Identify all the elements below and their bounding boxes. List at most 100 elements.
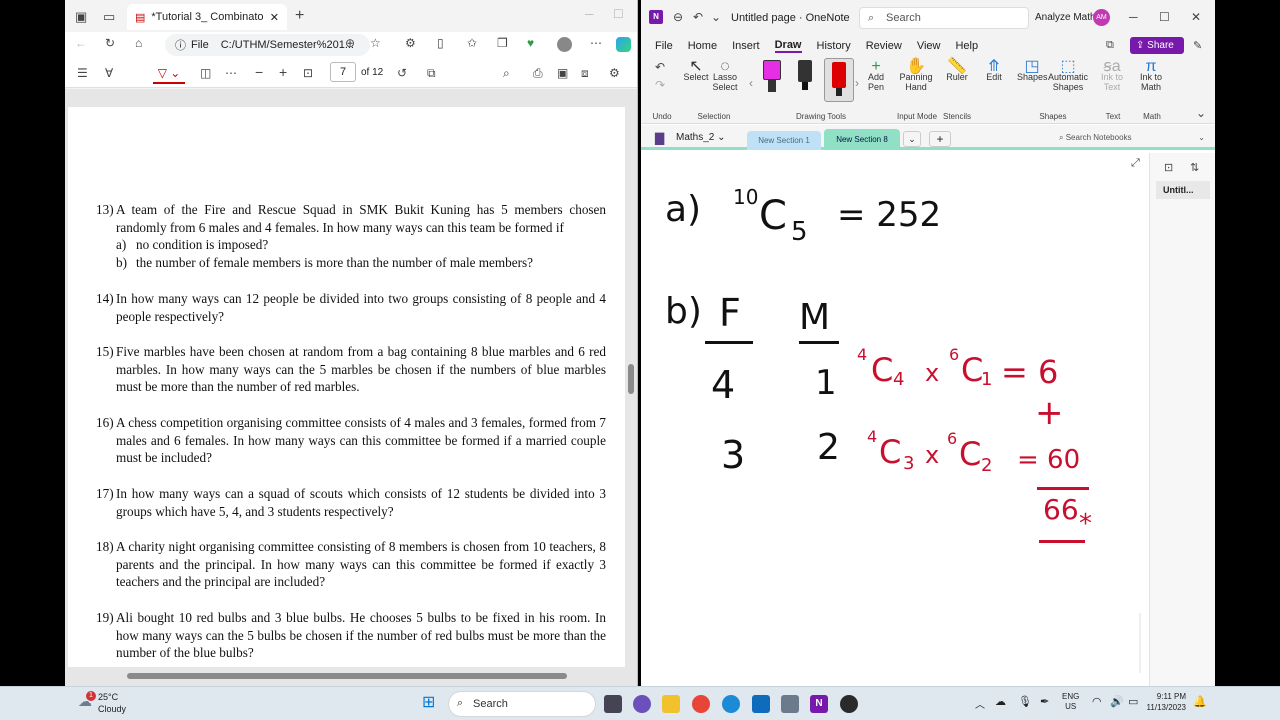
note-canvas[interactable]: a) 10 C 5 = 252 b) F M 4 1 3 2 4 C 4 x 6…	[641, 153, 1149, 686]
horizontal-scrollbar[interactable]	[127, 673, 567, 679]
collections-icon[interactable]: ❐	[497, 36, 508, 50]
volume-icon[interactable]: 🔊	[1110, 695, 1124, 708]
extensions-icon[interactable]: ⚙	[405, 36, 416, 50]
onedrive-icon[interactable]: ☁	[995, 695, 1006, 708]
chrome-icon[interactable]	[692, 695, 710, 713]
zoom-icon[interactable]: ⊕	[345, 36, 355, 50]
tab-actions-icon[interactable]: ▭	[103, 9, 115, 25]
mail-icon[interactable]	[752, 695, 770, 713]
close-tab-icon[interactable]: ✕	[270, 11, 279, 24]
redo-icon[interactable]: ↷	[655, 78, 665, 92]
scroll-left-icon[interactable]: ‹	[749, 76, 753, 90]
rotate-icon[interactable]: ↺	[397, 66, 407, 80]
language-indicator[interactable]: ENG US	[1062, 692, 1079, 712]
back-icon[interactable]: ⊖	[673, 10, 683, 24]
section-list-icon[interactable]: ⌄	[903, 131, 921, 147]
new-tab-icon[interactable]: +	[295, 7, 304, 25]
tab-pdf[interactable]: ▤ *Tutorial 3_ Combinatorics.pdf ✕	[127, 4, 287, 30]
undo-icon[interactable]: ↶	[655, 60, 665, 74]
menu-view[interactable]: View	[917, 40, 941, 52]
edge-icon[interactable]	[722, 695, 740, 713]
show-hidden-icons[interactable]: ︿	[975, 696, 985, 711]
ink-to-math-button[interactable]: π Ink to Math	[1135, 59, 1167, 93]
draw-tool-icon[interactable]: ▽ ⌄	[153, 64, 185, 84]
menu-help[interactable]: Help	[955, 40, 978, 52]
zoom-out-icon[interactable]: −	[255, 64, 263, 80]
workspaces-icon[interactable]: ▣	[75, 9, 87, 25]
page-item[interactable]: Untitl...	[1156, 181, 1210, 199]
maximize-icon[interactable]: ☐	[613, 7, 624, 21]
more-tools-icon[interactable]: ⋯	[225, 66, 237, 80]
section-tab-1[interactable]: New Section 1	[747, 131, 821, 150]
menu-file[interactable]: File	[655, 40, 673, 52]
pdf-settings-icon[interactable]: ⚙	[609, 66, 620, 80]
dropdown-icon[interactable]: ⌄	[711, 10, 721, 24]
chat-icon[interactable]	[633, 695, 651, 713]
refresh-icon[interactable]: ↻	[105, 36, 115, 50]
pen-red[interactable]	[824, 58, 854, 102]
section-tab-8[interactable]: New Section 8	[824, 129, 900, 150]
weather-widget[interactable]: ☁ 1	[78, 691, 96, 709]
ruler-button[interactable]: 📏 Ruler	[943, 59, 971, 83]
collapse-ribbon-icon[interactable]: ⌄	[1196, 106, 1206, 120]
back-icon[interactable]: ←	[75, 36, 87, 50]
minimize-icon[interactable]: ─	[585, 7, 594, 21]
pen-magenta[interactable]	[763, 60, 783, 96]
task-view-icon[interactable]	[604, 695, 622, 713]
page-number-input[interactable]: 7	[330, 62, 356, 82]
onenote-taskbar-icon[interactable]: N	[810, 695, 828, 713]
address-field[interactable]: ⓘ File C:/UTHM/Semester%201...	[165, 34, 370, 56]
favorite-icon[interactable]: ☆	[370, 36, 381, 50]
battery-icon[interactable]: ▭	[1128, 695, 1138, 708]
menu-review[interactable]: Review	[866, 40, 902, 52]
split-screen-icon[interactable]: ▯	[437, 36, 444, 50]
edit-button[interactable]: ⤊ Edit	[981, 59, 1007, 83]
taskbar-search[interactable]: ⌕ Search	[448, 691, 596, 717]
page-view-icon[interactable]: ◫	[200, 66, 211, 80]
immersive-icon[interactable]: ⧉	[1106, 39, 1114, 52]
share-button[interactable]: ⇪ Share ⌄	[1130, 37, 1184, 68]
zoom-in-icon[interactable]: +	[279, 64, 287, 80]
save-as-icon[interactable]: ⧈	[581, 66, 589, 81]
fit-page-icon[interactable]: ⊡	[303, 66, 313, 80]
more-icon[interactable]: ⋯	[590, 36, 602, 50]
pen-black[interactable]	[796, 60, 816, 96]
lasso-button[interactable]: ◌ Lasso Select	[711, 59, 739, 93]
mic-icon[interactable]: 🎙	[1018, 695, 1032, 708]
save-icon[interactable]: ▣	[557, 66, 568, 80]
add-section-icon[interactable]: +	[929, 131, 951, 147]
title-search[interactable]: ⌕ Search	[859, 7, 1029, 29]
add-page-icon[interactable]: ⊡	[1164, 161, 1173, 174]
add-pen-button[interactable]: + Add Pen	[863, 59, 889, 93]
notifications-icon[interactable]: 🔔	[1193, 695, 1207, 708]
profile-avatar[interactable]	[557, 37, 572, 52]
favorites-bar-icon[interactable]: ✩	[467, 36, 477, 50]
clock[interactable]: 9:11 PM 11/13/2023	[1146, 691, 1186, 713]
maximize-icon[interactable]: ☐	[1159, 10, 1170, 24]
print-icon[interactable]: ⎙	[533, 66, 543, 81]
canvas-scrollbar[interactable]	[1139, 613, 1141, 673]
automatic-shapes-button[interactable]: ⬚ Automatic Shapes	[1047, 59, 1089, 93]
menu-history[interactable]: History	[817, 40, 851, 52]
start-icon[interactable]: ⊞	[422, 695, 435, 711]
obs-icon[interactable]	[840, 695, 858, 713]
undo-title-icon[interactable]: ↶	[693, 10, 703, 24]
select-button[interactable]: ↖ Select	[681, 59, 711, 83]
browser-essentials-icon[interactable]: ♥	[527, 36, 534, 50]
scroll-right-icon[interactable]: ›	[855, 76, 859, 90]
shapes-button[interactable]: ◳ Shapes	[1017, 59, 1048, 83]
pen-icon[interactable]: ✒	[1040, 695, 1049, 708]
store-icon[interactable]	[781, 695, 799, 713]
menu-insert[interactable]: Insert	[732, 40, 760, 52]
menu-home[interactable]: Home	[688, 40, 717, 52]
panning-hand-button[interactable]: ✋ Panning Hand	[899, 59, 933, 93]
minimize-icon[interactable]: ─	[1129, 10, 1138, 24]
menu-draw[interactable]: Draw	[774, 39, 802, 53]
close-window-icon[interactable]: ✕	[1191, 10, 1201, 24]
two-page-icon[interactable]: ⧉	[427, 66, 436, 81]
pdf-search-icon[interactable]: ⌕	[503, 66, 510, 81]
file-explorer-icon[interactable]	[662, 695, 680, 713]
search-notebooks[interactable]: ⌕ Search Notebooks ⌄	[1059, 130, 1209, 146]
sort-icon[interactable]: ⇅	[1190, 161, 1199, 174]
highlight-icon[interactable]: ∀	[105, 66, 113, 80]
